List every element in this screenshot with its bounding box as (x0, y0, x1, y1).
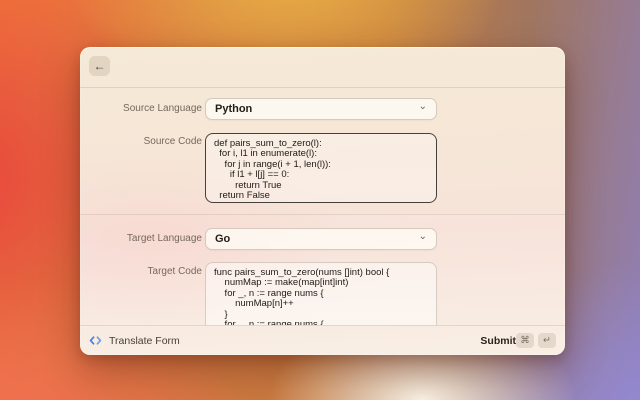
source-code-textarea[interactable]: def pairs_sum_to_zero(l): for i, l1 in e… (205, 133, 437, 203)
target-language-value: Go (215, 233, 230, 245)
extension-name: Translate Form (109, 335, 180, 347)
chevron-down-icon: ⌄ (419, 102, 427, 112)
translate-form-window: ← Source Language Python ⌄ Source Code d… (80, 47, 565, 355)
submit-label: Submit (480, 335, 516, 347)
section-divider (80, 214, 565, 215)
back-arrow-icon: ← (94, 60, 106, 72)
target-language-select[interactable]: Go ⌄ (205, 228, 437, 250)
desktop-background: ← Source Language Python ⌄ Source Code d… (0, 0, 640, 400)
window-footer: Translate Form Submit ⌘ ↵ (80, 325, 565, 355)
source-language-value: Python (215, 103, 252, 115)
source-language-select[interactable]: Python ⌄ (205, 98, 437, 120)
target-language-label: Target Language (80, 228, 202, 250)
source-language-label: Source Language (80, 98, 202, 120)
window-header: ← (80, 47, 565, 88)
source-code-label: Source Code (80, 136, 202, 147)
back-button[interactable]: ← (89, 56, 110, 76)
form-body: Source Language Python ⌄ Source Code def… (80, 88, 565, 325)
code-translate-extension-icon (89, 334, 102, 347)
command-key-icon: ⌘ (516, 333, 534, 348)
target-code-label: Target Code (80, 266, 202, 277)
chevron-down-icon: ⌄ (419, 232, 427, 242)
return-key-icon: ↵ (538, 333, 556, 348)
footer-extension-info: Translate Form (89, 334, 180, 347)
target-code-textarea[interactable]: func pairs_sum_to_zero(nums []int) bool … (205, 262, 437, 325)
submit-button[interactable]: Submit ⌘ ↵ (480, 333, 556, 348)
